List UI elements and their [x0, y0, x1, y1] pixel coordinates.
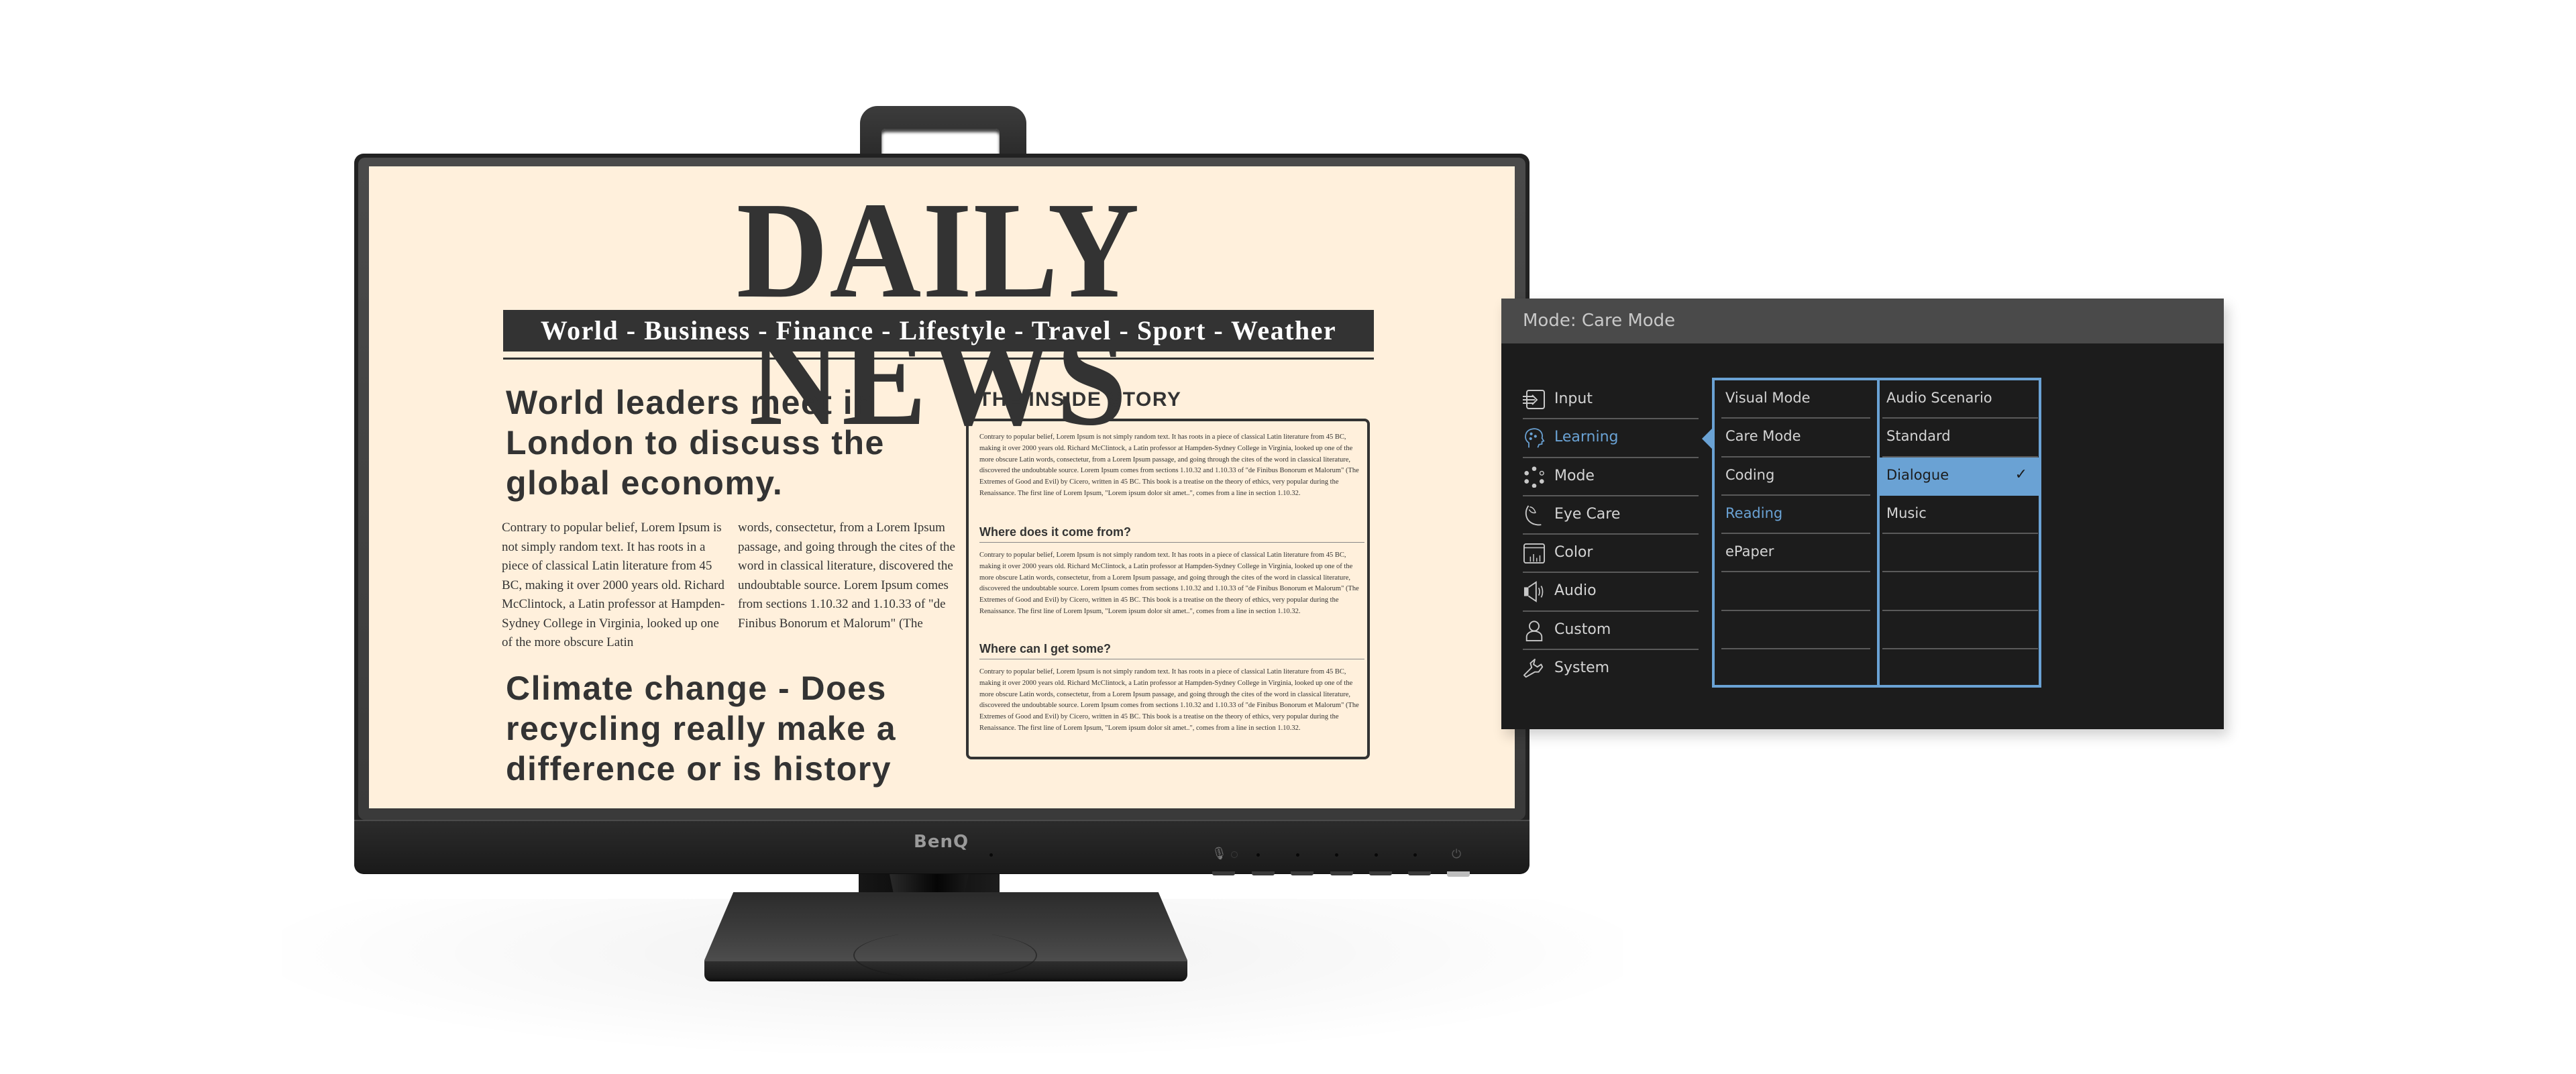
- menu-item-color[interactable]: Color: [1523, 535, 1699, 574]
- learning-head-icon: [1525, 428, 1545, 448]
- menu-pointer-icon: [1702, 428, 1713, 449]
- section-rule: [503, 358, 1374, 360]
- option-label: Audio Scenario: [1886, 390, 1992, 406]
- menu-label: Color: [1554, 544, 1593, 561]
- menu-label: Input: [1554, 390, 1593, 407]
- menu-label: Audio: [1554, 582, 1597, 600]
- submenu-item-empty: [1721, 611, 1870, 650]
- monitor-handle-hole: [881, 129, 1000, 156]
- menu-item-mode[interactable]: Mode: [1523, 458, 1699, 496]
- inside-story-paragraph-1: Contrary to popular belief, Lorem Ipsum …: [979, 551, 1359, 615]
- menu-label: System: [1554, 659, 1610, 677]
- submenu-item-visual-mode[interactable]: Visual Mode: [1721, 380, 1870, 419]
- submenu-item-reading[interactable]: Reading: [1721, 496, 1870, 535]
- submenu-label: ePaper: [1725, 543, 1774, 560]
- control-key-2[interactable]: [1252, 871, 1275, 875]
- color-chart-icon: [1523, 543, 1545, 564]
- mode-dots-icon: [1524, 466, 1544, 488]
- submenu-item-care-mode[interactable]: Care Mode: [1721, 419, 1870, 458]
- input-icon: [1523, 390, 1545, 409]
- wrench-icon: [1523, 659, 1544, 678]
- option-dialogue[interactable]: Dialogue ✓: [1880, 457, 2041, 496]
- inside-story-subheading-1: Where does it come from?: [979, 525, 1364, 543]
- control-key-5[interactable]: [1369, 871, 1392, 875]
- submenu-label: Coding: [1725, 466, 1775, 483]
- osd-main-menu: Input Learning Mode Eye Care Color Audio…: [1523, 381, 1699, 688]
- option-standard[interactable]: Standard: [1882, 419, 2038, 458]
- inside-story-intro: Contrary to popular belief, Lorem Ipsum …: [979, 433, 1359, 497]
- control-key-3[interactable]: [1291, 871, 1313, 875]
- option-empty: [1882, 611, 2038, 650]
- control-key-6[interactable]: [1408, 871, 1431, 875]
- speaker-icon: [1523, 581, 1544, 603]
- submenu-divider: [1877, 380, 1880, 685]
- osd-menu: Mode: Care Mode Input Learning Mode Eye …: [1501, 299, 2224, 729]
- button-marker-3: [1335, 853, 1338, 857]
- submenu-item-epaper[interactable]: ePaper: [1721, 534, 1870, 573]
- button-marker-4: [1375, 853, 1378, 857]
- option-music[interactable]: Music: [1882, 496, 2038, 535]
- submenu-item-coding[interactable]: Coding: [1721, 458, 1870, 496]
- osd-header: Mode: Care Mode: [1501, 299, 2224, 343]
- submenu-item-empty: [1721, 572, 1870, 611]
- menu-label: Mode: [1554, 467, 1595, 484]
- stand-collar: [853, 931, 1037, 979]
- option-empty: [1882, 649, 2038, 688]
- button-marker-2: [1296, 853, 1299, 857]
- article-column-1: Contrary to popular belief, Lorem Ipsum …: [502, 521, 725, 649]
- benq-logo: BenQ: [914, 832, 969, 852]
- menu-item-learning[interactable]: Learning: [1523, 419, 1699, 458]
- submenu-learning: Visual Mode Care Mode Coding Reading ePa…: [1721, 380, 1870, 688]
- menu-item-system[interactable]: System: [1523, 650, 1699, 688]
- article-column-2: words, consectetur, from a Lorem Ipsum p…: [738, 521, 955, 631]
- menu-item-custom[interactable]: Custom: [1523, 612, 1699, 651]
- eye-care-icon: [1525, 505, 1542, 526]
- power-icon: ⏻: [1452, 847, 1462, 861]
- headline-world-leaders: World leaders meet in London to discuss …: [506, 384, 885, 502]
- microphone-icon: 🎙: [1212, 847, 1227, 860]
- sensor-dot: [989, 853, 993, 857]
- option-audio-scenario: Audio Scenario: [1882, 380, 2038, 419]
- light-sensor: [1231, 851, 1238, 858]
- submenu-label: Reading: [1725, 504, 1783, 521]
- power-key[interactable]: [1447, 871, 1470, 877]
- options-audio-scenario: Audio Scenario Standard Dialogue ✓ Music: [1880, 380, 2041, 688]
- button-marker-1: [1256, 853, 1260, 857]
- inside-story-paragraph-2: Contrary to popular belief, Lorem Ipsum …: [979, 668, 1359, 732]
- osd-submenu-panel: Visual Mode Care Mode Coding Reading ePa…: [1712, 378, 2041, 688]
- inside-story-subheading-2: Where can I get some?: [979, 642, 1364, 659]
- option-empty: [1882, 534, 2038, 573]
- monitor-screen: DAILY NEWS World - Business - Finance - …: [369, 166, 1515, 808]
- control-key-1[interactable]: [1212, 871, 1235, 875]
- menu-label: Custom: [1554, 621, 1611, 638]
- menu-item-eye-care[interactable]: Eye Care: [1523, 496, 1699, 535]
- inside-story-box: Contrary to popular belief, Lorem Ipsum …: [966, 419, 1370, 759]
- menu-item-audio[interactable]: Audio: [1523, 573, 1699, 612]
- menu-label: Eye Care: [1554, 505, 1621, 523]
- menu-label: Learning: [1554, 429, 1619, 446]
- menu-item-input[interactable]: Input: [1523, 381, 1699, 420]
- option-label: Music: [1886, 504, 1927, 521]
- user-icon: [1525, 621, 1543, 641]
- option-empty: [1882, 572, 2038, 611]
- check-icon: ✓: [2015, 465, 2027, 482]
- option-label: Dialogue: [1886, 466, 1949, 483]
- button-marker-5: [1413, 853, 1417, 857]
- section-bar: World - Business - Finance - Lifestyle -…: [503, 310, 1374, 352]
- submenu-item-empty: [1721, 649, 1870, 688]
- control-key-4[interactable]: [1330, 871, 1353, 875]
- submenu-label: Visual Mode: [1725, 390, 1811, 406]
- submenu-label: Care Mode: [1725, 428, 1801, 445]
- inside-story-title: THE INSIDE STORY: [979, 388, 1182, 411]
- option-label: Standard: [1886, 428, 1951, 445]
- headline-climate-change: Climate change - Does recycling really m…: [506, 669, 897, 788]
- osd-title: Mode: Care Mode: [1523, 311, 1676, 331]
